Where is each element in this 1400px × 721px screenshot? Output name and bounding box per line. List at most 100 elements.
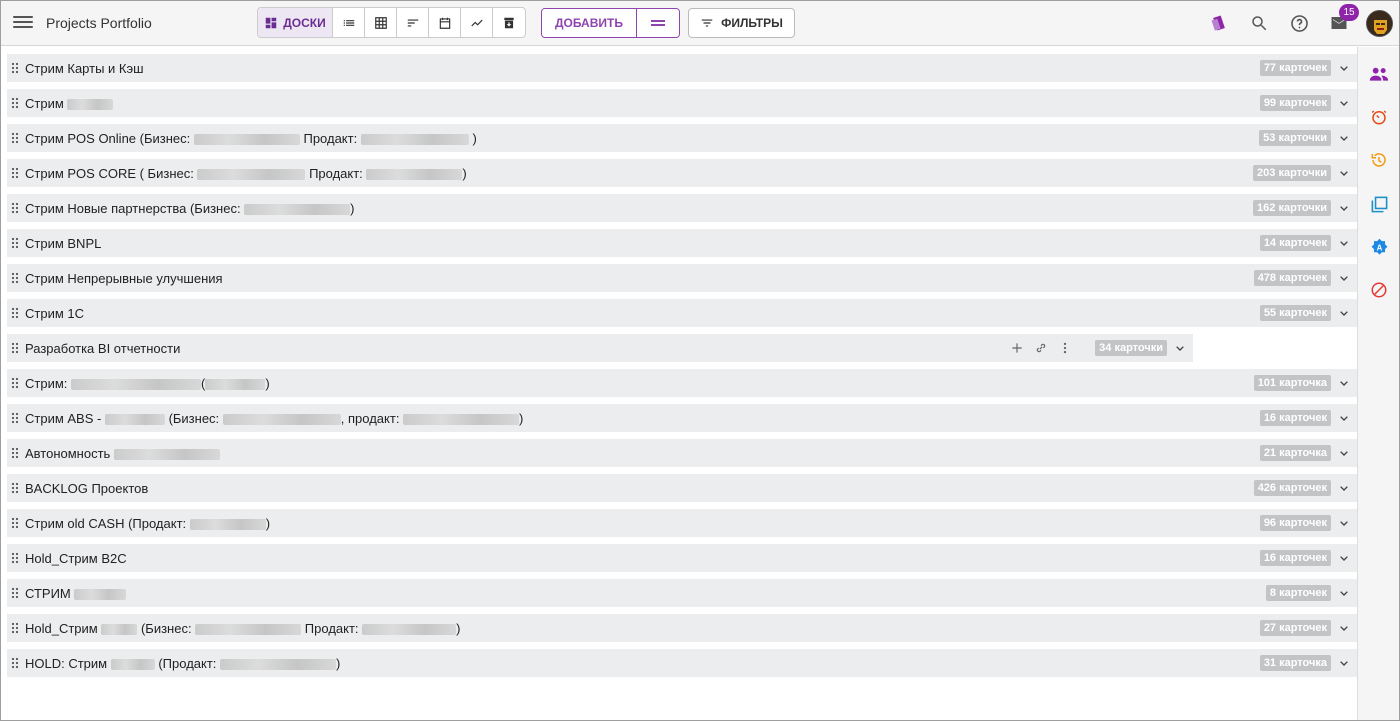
- drag-handle[interactable]: [7, 579, 23, 607]
- search-icon[interactable]: [1249, 13, 1269, 33]
- stream-row[interactable]: Стрим BNPL 14 карточек: [7, 229, 1357, 257]
- chevron-down-icon[interactable]: [1336, 655, 1352, 671]
- stream-title[interactable]: BACKLOG Проектов: [25, 481, 148, 496]
- view-chart-button[interactable]: [461, 8, 493, 37]
- stream-title[interactable]: Стрим ABS - (Бизнес: , продакт: ): [25, 411, 523, 426]
- people-icon[interactable]: [1369, 64, 1389, 84]
- stream-row[interactable]: Стрим 99 карточек: [7, 89, 1357, 117]
- drag-handle[interactable]: [7, 334, 23, 362]
- view-calendar-button[interactable]: [429, 8, 461, 37]
- stream-row[interactable]: Стрим ABS - (Бизнес: , продакт: ) 16 карт…: [7, 404, 1357, 432]
- stream-row[interactable]: Разработка BI отчетности 34 карточки: [7, 334, 1193, 362]
- stream-row[interactable]: Стрим POS Online (Бизнес: Продакт: ) 53 к…: [7, 124, 1357, 152]
- stream-row[interactable]: Стрим old CASH (Продакт: ) 96 карточек: [7, 509, 1357, 537]
- avatar[interactable]: [1366, 10, 1393, 37]
- more-vert-icon[interactable]: [1057, 340, 1073, 356]
- drag-handle[interactable]: [7, 439, 23, 467]
- stream-title[interactable]: Hold_Стрим (Бизнес: Продакт: ): [25, 621, 461, 636]
- add-button[interactable]: ДОБАВИТЬ: [542, 9, 637, 37]
- chevron-down-icon[interactable]: [1336, 270, 1352, 286]
- chevron-down-icon[interactable]: [1336, 585, 1352, 601]
- stream-title[interactable]: Стрим Карты и Кэш: [25, 61, 144, 76]
- stream-row[interactable]: Стрим Карты и Кэш 77 карточек: [7, 54, 1357, 82]
- auto-badge-icon[interactable]: A: [1369, 237, 1389, 257]
- chevron-down-icon[interactable]: [1336, 445, 1352, 461]
- drag-handle[interactable]: [7, 299, 23, 327]
- chevron-down-icon[interactable]: [1336, 95, 1352, 111]
- stream-row[interactable]: Hold_Стрим (Бизнес: Продакт: ) 27 карточе…: [7, 614, 1357, 642]
- stream-row[interactable]: СТРИМ 8 карточек: [7, 579, 1357, 607]
- chevron-down-icon[interactable]: [1336, 305, 1352, 321]
- stream-row[interactable]: BACKLOG Проектов 426 карточек: [7, 474, 1357, 502]
- layers-icon[interactable]: [1369, 194, 1389, 214]
- stream-title[interactable]: СТРИМ: [25, 586, 127, 601]
- stream-title[interactable]: Стрим old CASH (Продакт: ): [25, 516, 270, 531]
- drag-handle[interactable]: [7, 509, 23, 537]
- stream-title[interactable]: Стрим Непрерывные улучшения: [25, 271, 223, 286]
- stream-title[interactable]: Hold_Стрим B2C: [25, 551, 127, 566]
- stream-row[interactable]: Hold_Стрим B2C 16 карточек: [7, 544, 1357, 572]
- notifications-badge: 15: [1339, 4, 1359, 21]
- stream-title[interactable]: Стрим Новые партнерства (Бизнес: ): [25, 201, 355, 216]
- chevron-down-icon[interactable]: [1336, 620, 1352, 636]
- menu-icon[interactable]: [13, 13, 33, 33]
- stream-row[interactable]: HOLD: Стрим (Продакт: ) 31 карточка: [7, 649, 1357, 677]
- stream-title[interactable]: Стрим 1С: [25, 306, 84, 321]
- add-card-icon[interactable]: [1009, 340, 1025, 356]
- stream-row[interactable]: Стрим: () 101 карточка: [7, 369, 1357, 397]
- chevron-down-icon[interactable]: [1336, 375, 1352, 391]
- chevron-down-icon[interactable]: [1336, 60, 1352, 76]
- drag-handle[interactable]: [7, 159, 23, 187]
- stream-title[interactable]: Стрим POS Online (Бизнес: Продакт: ): [25, 131, 477, 146]
- chevron-down-icon[interactable]: [1336, 550, 1352, 566]
- drag-handle[interactable]: [7, 649, 23, 677]
- filters-button[interactable]: ФИЛЬТРЫ: [688, 8, 795, 38]
- stream-title[interactable]: Автономность: [25, 446, 220, 461]
- drag-handle[interactable]: [7, 404, 23, 432]
- stream-row[interactable]: Автономность 21 карточка: [7, 439, 1357, 467]
- stream-title[interactable]: Стрим: (): [25, 376, 270, 391]
- chevron-down-icon[interactable]: [1336, 165, 1352, 181]
- stream-row[interactable]: Стрим 1С 55 карточек: [7, 299, 1357, 327]
- chevron-down-icon[interactable]: [1336, 200, 1352, 216]
- drag-handle[interactable]: [7, 544, 23, 572]
- stream-title[interactable]: Стрим POS CORE ( Бизнес: Продакт: ): [25, 166, 467, 181]
- link-icon[interactable]: [1033, 340, 1049, 356]
- stream-title[interactable]: Стрим BNPL: [25, 236, 101, 251]
- drag-handle[interactable]: [7, 474, 23, 502]
- history-icon[interactable]: [1369, 150, 1389, 170]
- view-archive-button[interactable]: [493, 8, 525, 37]
- stream-title[interactable]: HOLD: Стрим (Продакт: ): [25, 656, 340, 671]
- blocked-icon[interactable]: [1369, 280, 1389, 300]
- stream-row[interactable]: Стрим Непрерывные улучшения 478 карточек: [7, 264, 1357, 292]
- drag-handle[interactable]: [7, 124, 23, 152]
- timer-icon[interactable]: [1369, 107, 1389, 127]
- chevron-down-icon[interactable]: [1336, 515, 1352, 531]
- stream-title[interactable]: Стрим: [25, 96, 114, 111]
- stream-row[interactable]: Стрим Новые партнерства (Бизнес: ) 162 ка…: [7, 194, 1357, 222]
- cards-icon[interactable]: [1209, 13, 1229, 33]
- drag-handle-icon: [11, 517, 19, 529]
- drag-handle[interactable]: [7, 369, 23, 397]
- help-icon[interactable]: [1289, 13, 1309, 33]
- view-sort-button[interactable]: [397, 8, 429, 37]
- chevron-down-icon[interactable]: [1172, 340, 1188, 356]
- chevron-down-icon[interactable]: [1336, 130, 1352, 146]
- chevron-down-icon[interactable]: [1336, 235, 1352, 251]
- redacted-text: [220, 658, 337, 670]
- drag-handle[interactable]: [7, 194, 23, 222]
- stream-title-text: Стрим ABS -: [25, 410, 105, 426]
- view-table-button[interactable]: [365, 8, 397, 37]
- drag-handle[interactable]: [7, 54, 23, 82]
- chevron-down-icon[interactable]: [1336, 410, 1352, 426]
- stream-row[interactable]: Стрим POS CORE ( Бизнес: Продакт: ) 203 к…: [7, 159, 1357, 187]
- view-boards-button[interactable]: ДОСКИ: [258, 8, 333, 37]
- chevron-down-icon[interactable]: [1336, 480, 1352, 496]
- drag-handle[interactable]: [7, 614, 23, 642]
- drag-handle[interactable]: [7, 89, 23, 117]
- stream-title[interactable]: Разработка BI отчетности: [25, 341, 180, 356]
- drag-handle[interactable]: [7, 229, 23, 257]
- drag-handle[interactable]: [7, 264, 23, 292]
- view-list-button[interactable]: [333, 8, 365, 37]
- add-options-button[interactable]: [636, 9, 679, 37]
